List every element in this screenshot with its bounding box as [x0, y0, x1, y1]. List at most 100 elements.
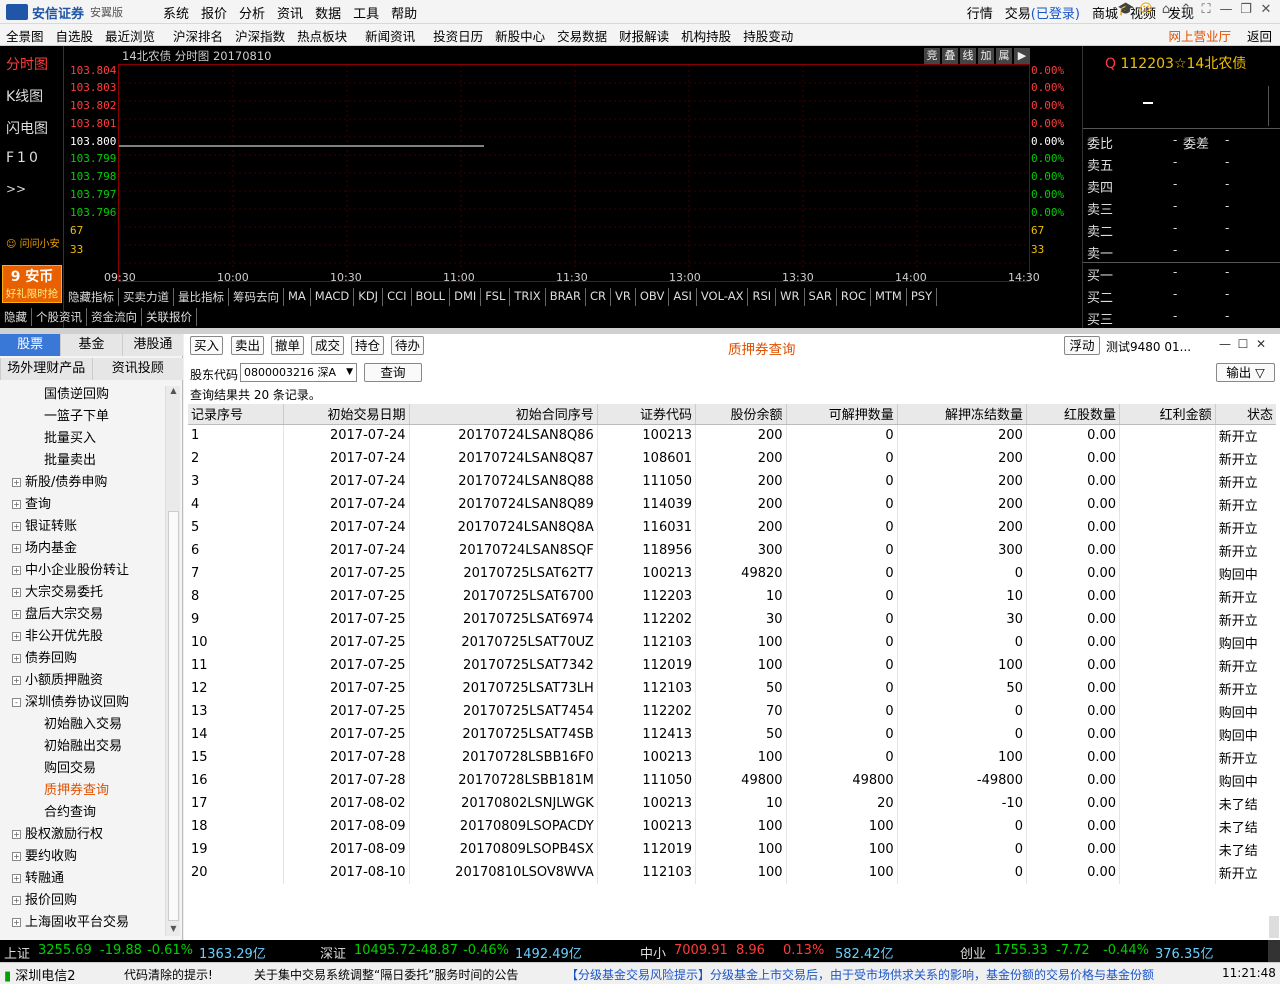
index-name[interactable]: 中小 [640, 943, 666, 962]
nav-item[interactable]: 持股变动 [737, 26, 799, 45]
trade-button[interactable]: 撤单 [271, 336, 304, 355]
index-name[interactable]: 深证 [320, 943, 346, 962]
table-row[interactable]: 5 2017-07-24 20170724LSAN8Q8A 116031 200 0 200… [188, 516, 1276, 539]
ask-assistant[interactable]: ☺ 问问小安 [6, 235, 60, 250]
sidebar-item[interactable]: + 报价回购 [12, 889, 77, 908]
trade-button[interactable]: 待办 [391, 336, 424, 355]
tab-f10[interactable]: F10 [6, 150, 41, 166]
sidebar-item[interactable]: 购回交易 [44, 757, 96, 776]
chart-tool-button[interactable]: 竞 [924, 48, 940, 64]
table-row[interactable]: 10 2017-07-25 20170725LSAT70UZ 112103 100 0 0 0… [188, 631, 1276, 654]
ticker-msg-code[interactable]: 代码清除的提示! [124, 966, 213, 983]
tab-kline[interactable]: K线图 [6, 86, 43, 106]
chart-bottom-tab[interactable]: 个股资讯 [32, 308, 87, 326]
table-row[interactable]: 19 2017-08-09 20170809LSOPB4SX 112019 100 100… [188, 838, 1276, 861]
sidebar-item[interactable]: + 新股/债券申购 [12, 471, 107, 490]
index-name[interactable]: 上证 [4, 943, 30, 962]
indicator-tab[interactable]: CR [586, 288, 611, 306]
menu-item[interactable]: 资讯 [277, 3, 303, 22]
smile-icon[interactable]: ☺ [1136, 2, 1156, 22]
sidebar-item[interactable]: + 上海固收平台交易 [12, 911, 129, 930]
indicator-tab[interactable]: OBV [636, 288, 670, 306]
expand-icon[interactable]: + [12, 566, 21, 575]
expand-icon[interactable]: + [12, 610, 21, 619]
column-header[interactable]: 初始合同序号 [409, 404, 598, 425]
chart-bottom-tab[interactable]: 资金流向 [87, 308, 142, 326]
table-scroll[interactable] [1269, 916, 1279, 938]
scroll-down-icon[interactable]: ▼ [168, 924, 179, 936]
expand-icon[interactable]: + [12, 522, 21, 531]
indicator-tab[interactable]: RSI [748, 288, 777, 306]
tab-timeshare[interactable]: 分时图 [6, 54, 48, 74]
expand-icon[interactable]: + [12, 588, 21, 597]
indicator-tab[interactable]: TRIX [510, 288, 546, 306]
indicator-tab[interactable]: ROC [837, 288, 871, 306]
sidebar-item[interactable]: 批量卖出 [44, 449, 96, 468]
sidebar-item[interactable]: 初始融出交易 [44, 735, 122, 754]
sidebar-item[interactable]: + 转融通 [12, 867, 64, 886]
chart-tool-button[interactable]: ▶ [1014, 48, 1030, 64]
back-button[interactable]: 返回 [1239, 26, 1280, 45]
nav-item[interactable]: 新闻资讯 [359, 26, 421, 45]
indicator-tab[interactable]: 隐藏指标 [64, 288, 119, 306]
panel-minimize-icon[interactable]: — [1216, 337, 1234, 351]
sidebar-tab[interactable]: 基金 [60, 334, 122, 356]
column-header[interactable]: 证券代码 [597, 404, 697, 425]
minimize-icon[interactable]: — [1216, 2, 1236, 22]
nav-item[interactable]: 沪深指数 [229, 26, 291, 45]
menu-mall[interactable]: 商城 [1092, 3, 1118, 22]
expand-icon[interactable]: + [12, 918, 21, 927]
tab-more[interactable]: >> [6, 182, 26, 196]
expand-icon[interactable]: + [12, 676, 21, 685]
scroll-thumb[interactable] [168, 511, 179, 921]
scroll-up-icon[interactable]: ▲ [168, 386, 179, 398]
column-header[interactable]: 红股数量 [1026, 404, 1121, 425]
table-row[interactable]: 18 2017-08-09 20170809LSOPACDY 100213 100 100… [188, 815, 1276, 838]
chart-bottom-tab[interactable]: 隐藏 [0, 308, 32, 326]
close-icon[interactable]: ✕ [1256, 2, 1276, 22]
expand-icon[interactable]: + [12, 896, 21, 905]
indicator-tab[interactable]: MA [284, 288, 311, 306]
expand-icon[interactable]: + [12, 478, 21, 487]
table-row[interactable]: 1 2017-07-24 20170724LSAN8Q86 100213 200 0 200… [188, 424, 1276, 447]
table-row[interactable]: 14 2017-07-25 20170725LSAT74SB 112413 50 0 0 0.… [188, 723, 1276, 746]
fullscreen-icon[interactable]: ⛶ [1196, 2, 1216, 22]
expand-icon[interactable]: + [12, 654, 21, 663]
menu-trade[interactable]: 交易(已登录) [1005, 3, 1080, 22]
nav-item[interactable]: 机构持股 [675, 26, 737, 45]
float-button[interactable]: 浮动 [1064, 336, 1100, 355]
menu-quote[interactable]: 行情 [967, 3, 993, 22]
trade-button[interactable]: 买入 [190, 336, 223, 355]
trade-button[interactable]: 卖出 [231, 336, 264, 355]
ticker-msg-risk[interactable]: 【分级基金交易风险提示】分级基金上市交易后，由于受市场供求关系的影响，基金份额的… [566, 966, 1164, 983]
table-row[interactable]: 17 2017-08-02 20170802LSNJLWGK 100213 10 20 -1… [188, 792, 1276, 815]
table-row[interactable]: 3 2017-07-24 20170724LSAN8Q88 111050 200 0 200… [188, 470, 1276, 493]
sidebar-item[interactable]: 合约查询 [44, 801, 96, 820]
chart-tool-button[interactable]: 线 [960, 48, 976, 64]
indicator-tab[interactable]: 量比指标 [174, 288, 229, 306]
column-header[interactable]: 可解押数量 [786, 404, 898, 425]
table-row[interactable]: 11 2017-07-25 20170725LSAT7342 112019 100 0 10… [188, 654, 1276, 677]
sidebar-item[interactable]: 一篮子下单 [44, 405, 109, 424]
expand-icon[interactable]: + [12, 830, 21, 839]
indicator-tab[interactable]: 筹码去向 [229, 288, 284, 306]
table-row[interactable]: 15 2017-07-28 20170728LSBB16F0 100213 100 0 10… [188, 746, 1276, 769]
indicator-tab[interactable]: PSY [907, 288, 938, 306]
shirt-icon[interactable]: ⌂ [1156, 2, 1176, 22]
indicator-tab[interactable]: DMI [450, 288, 482, 306]
tab-flash[interactable]: 闪电图 [6, 118, 48, 138]
sidebar-tab[interactable]: 股票 [0, 334, 61, 356]
sidebar-item[interactable]: + 银证转账 [12, 515, 77, 534]
column-header[interactable]: 红利金额 [1119, 404, 1216, 425]
sidebar-item[interactable]: 初始融入交易 [44, 713, 122, 732]
sidebar-item[interactable]: + 场内基金 [12, 537, 77, 556]
export-button[interactable]: 输出 ▽ [1216, 363, 1275, 382]
nav-item[interactable]: 财报解读 [613, 26, 675, 45]
expand-icon[interactable]: + [12, 544, 21, 553]
sidebar-subtab[interactable]: 场外理财产品 [0, 358, 92, 380]
connection-status[interactable]: ▮ 深圳电信2 [4, 965, 76, 984]
nav-item[interactable]: 新股中心 [489, 26, 551, 45]
expand-icon[interactable]: + [12, 500, 21, 509]
indicator-tab[interactable]: KDJ [354, 288, 384, 306]
cap-icon[interactable]: 🎓 [1116, 2, 1136, 22]
